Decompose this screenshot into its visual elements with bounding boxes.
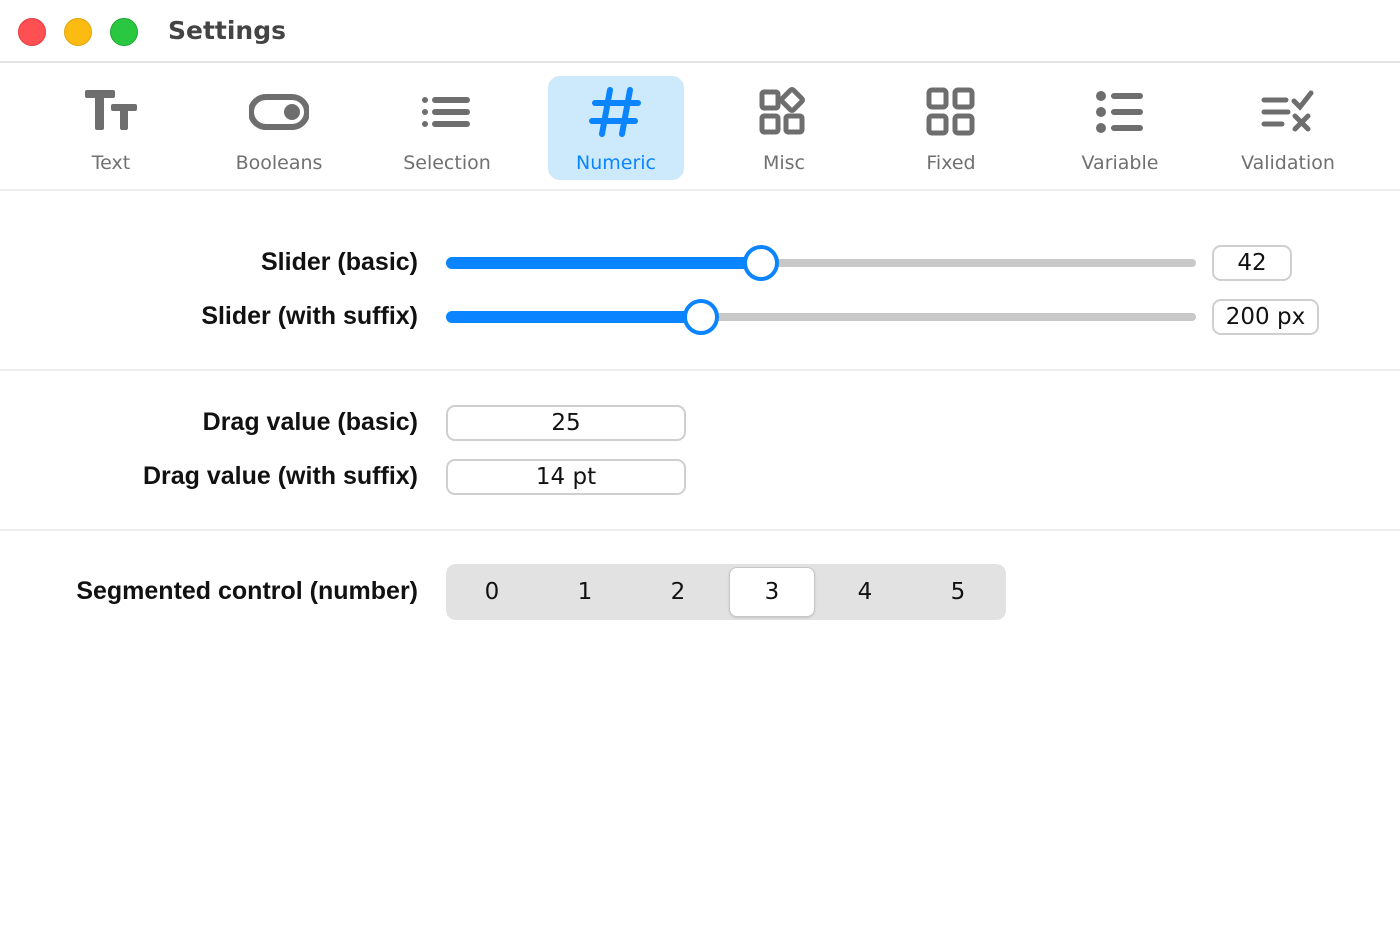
segmented-control: 0 1 2 3 4 5 [446, 564, 1006, 620]
shapes-icon [754, 84, 814, 140]
tab-label: Misc [762, 152, 806, 174]
segment-option[interactable]: 0 [449, 567, 535, 617]
checklist-icon [1258, 84, 1318, 140]
settings-toolbar: Text Booleans Selection Numeric Misc Fix… [0, 63, 1400, 191]
segment-option[interactable]: 5 [915, 567, 1001, 617]
slider-basic[interactable] [446, 245, 1196, 281]
tab-variable[interactable]: Variable [1052, 76, 1188, 180]
minimize-window-button[interactable] [64, 18, 92, 46]
segment-option[interactable]: 3 [729, 567, 815, 617]
tab-fixed[interactable]: Fixed [883, 76, 1019, 180]
slider-suffix-label: Slider (with suffix) [201, 302, 418, 330]
window-title: Settings [168, 16, 287, 45]
title-bar: Settings [0, 0, 1400, 63]
tab-label: Numeric [576, 152, 656, 174]
tab-validation[interactable]: Validation [1220, 76, 1356, 180]
drag-value-with-suffix[interactable]: 14 pt [446, 459, 686, 495]
section-divider [0, 369, 1400, 371]
toggle-icon [249, 84, 309, 140]
hash-icon [586, 84, 646, 140]
slider-basic-value[interactable]: 42 [1212, 245, 1292, 281]
tab-label: Variable [1081, 152, 1159, 174]
slider-basic-label: Slider (basic) [261, 248, 418, 276]
tab-label: Text [91, 152, 131, 174]
segment-option[interactable]: 4 [822, 567, 908, 617]
grid-icon [921, 84, 981, 140]
bullet-list-icon [1090, 84, 1150, 140]
tab-text[interactable]: Text [43, 76, 179, 180]
drag-value-basic[interactable]: 25 [446, 405, 686, 441]
section-divider [0, 529, 1400, 531]
segmented-label: Segmented control (number) [76, 577, 418, 605]
tab-label: Fixed [926, 152, 976, 174]
slider-suffix-value[interactable]: 200 px [1212, 299, 1319, 335]
tab-booleans[interactable]: Booleans [211, 76, 347, 180]
tab-misc[interactable]: Misc [716, 76, 852, 180]
slider-thumb[interactable] [743, 245, 779, 281]
slider-with-suffix[interactable] [446, 299, 1196, 335]
list-icon [417, 84, 477, 140]
zoom-window-button[interactable] [110, 18, 138, 46]
drag-basic-label: Drag value (basic) [202, 408, 418, 436]
slider-fill [446, 257, 761, 269]
tab-selection[interactable]: Selection [379, 76, 515, 180]
tab-numeric[interactable]: Numeric [548, 76, 684, 180]
drag-suffix-label: Drag value (with suffix) [142, 462, 418, 490]
text-size-icon [81, 84, 141, 140]
segment-option[interactable]: 2 [635, 567, 721, 617]
close-window-button[interactable] [18, 18, 46, 46]
tab-label: Selection [403, 152, 491, 174]
slider-thumb[interactable] [683, 299, 719, 335]
segment-option[interactable]: 1 [542, 567, 628, 617]
slider-fill [446, 311, 701, 323]
tab-label: Validation [1241, 152, 1335, 174]
tab-label: Booleans [235, 152, 323, 174]
